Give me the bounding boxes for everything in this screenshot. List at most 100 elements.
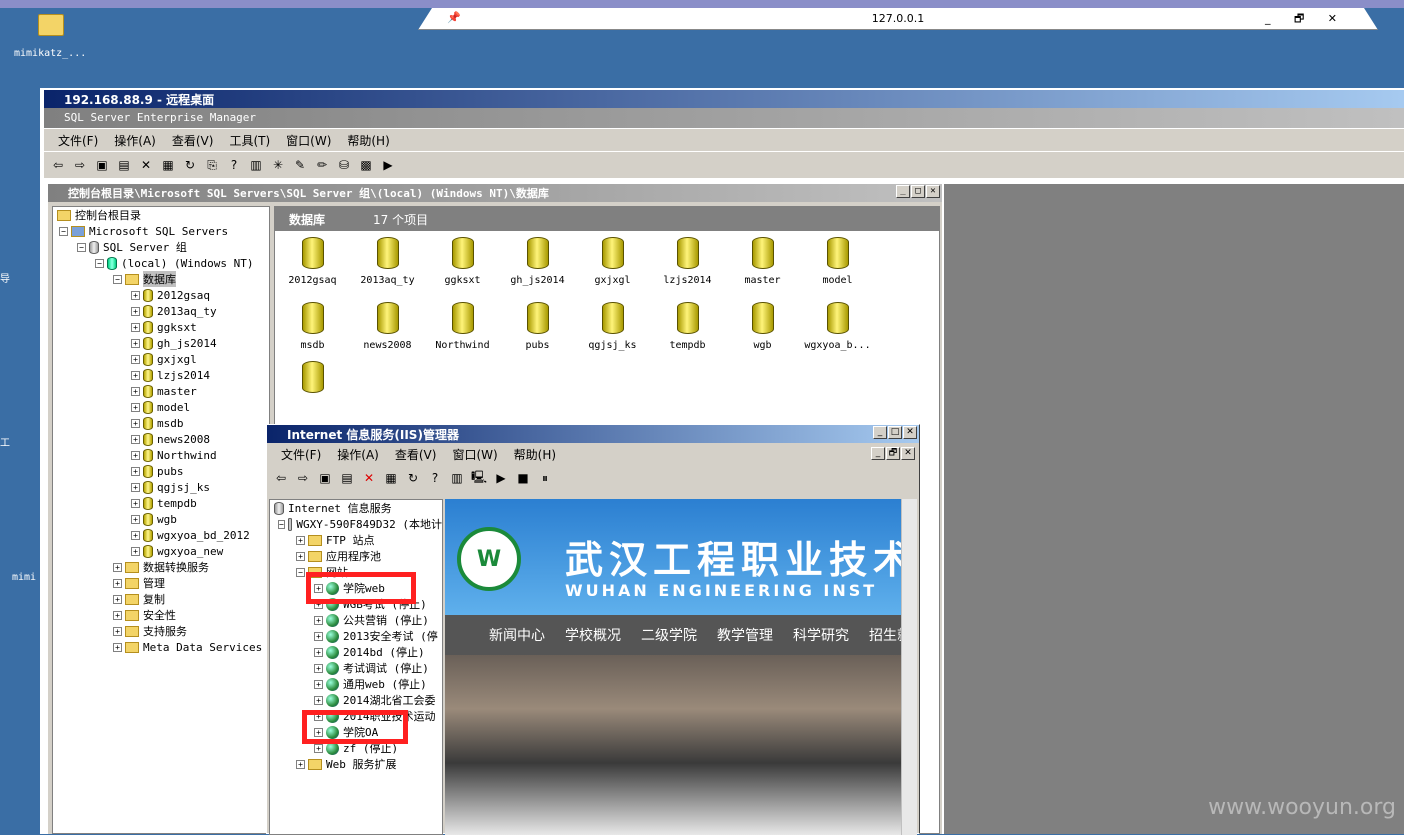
database-item[interactable]: Northwind [425,302,500,351]
menu-window[interactable]: 窗口(W) [444,446,505,463]
menu-window[interactable]: 窗口(W) [278,132,339,149]
tree-database[interactable]: + wgxyoa_new [53,543,269,559]
close-button[interactable]: ✕ [901,447,915,460]
tree-database[interactable]: + master [53,383,269,399]
minus-icon[interactable]: − [113,274,122,284]
database-item[interactable]: 2012gsaq [275,237,350,286]
tree-group[interactable]: − SQL Server 组 [53,239,269,255]
plus-icon[interactable]: + [131,434,140,444]
plus-icon[interactable]: + [296,551,305,561]
menu-file[interactable]: 文件(F) [50,132,106,149]
tree-root[interactable]: 控制台根目录 [53,207,269,223]
minimize-button[interactable]: _ [871,447,885,460]
database-item[interactable]: tempdb [650,302,725,351]
maximize-button[interactable]: □ [911,185,925,198]
refresh-icon[interactable]: ↻ [403,468,423,488]
nav-news[interactable]: 新闻中心 [489,625,545,645]
plus-icon[interactable]: + [314,647,323,657]
database-item[interactable]: qgjsj_ks [575,302,650,351]
menu-help[interactable]: 帮助(H) [339,132,397,149]
plus-icon[interactable]: + [296,759,305,769]
plus-icon[interactable]: + [314,743,323,753]
close-button[interactable]: ✕ [903,426,917,439]
nav-admissions[interactable]: 招生就 [869,625,901,645]
console-icon[interactable]: ▥ [447,468,467,488]
pause-icon[interactable]: ⏸ [535,468,555,488]
minus-icon[interactable]: − [278,519,285,529]
tree-database[interactable]: + gxjxgl [53,351,269,367]
folder-icon[interactable] [38,14,64,36]
stop-icon[interactable]: ■ [513,468,533,488]
plus-icon[interactable]: + [131,498,140,508]
minimize-button[interactable]: _ [873,426,887,439]
up-folder-icon[interactable]: ▣ [315,468,335,488]
tree-folder[interactable]: + 复制 [53,591,269,607]
plus-icon[interactable]: + [131,306,140,316]
delete-icon[interactable]: ✕ [136,155,156,175]
plus-icon[interactable]: + [131,338,140,348]
show-tree-icon[interactable]: ▤ [337,468,357,488]
tree-root[interactable]: Internet 信息服务 [270,500,442,516]
plus-icon[interactable]: + [131,466,140,476]
plus-icon[interactable]: + [314,631,323,641]
database-item[interactable]: wgb [725,302,800,351]
tree-servers[interactable]: − Microsoft SQL Servers [53,223,269,239]
tree-database[interactable]: + lzjs2014 [53,367,269,383]
tree-database[interactable]: + tempdb [53,495,269,511]
tree-database[interactable]: +2013aq_ty [53,303,269,319]
forward-icon[interactable]: ⇨ [293,468,313,488]
plus-icon[interactable]: + [113,626,122,636]
menu-help[interactable]: 帮助(H) [506,446,564,463]
delete-icon[interactable]: ✕ [359,468,379,488]
forward-icon[interactable]: ⇨ [70,155,90,175]
up-folder-icon[interactable]: ▣ [92,155,112,175]
plus-icon[interactable]: + [113,562,122,572]
plus-icon[interactable]: + [131,418,140,428]
plus-icon[interactable]: + [131,402,140,412]
database-item[interactable]: news2008 [350,302,425,351]
tree-website[interactable]: + 公共营销 (停止) [270,612,442,628]
tree-website[interactable]: +2014bd (停止) [270,644,442,660]
nav-overview[interactable]: 学校概况 [565,625,621,645]
database-item[interactable]: wgxyoa_b... [800,302,875,351]
minus-icon[interactable]: − [77,242,86,252]
tree-database[interactable]: + msdb [53,415,269,431]
new-icon[interactable]: ✳ [268,155,288,175]
help-icon[interactable]: ? [224,155,244,175]
database-item[interactable]: model [800,237,875,286]
desktop-icon-label[interactable]: mimikatz_... [14,48,86,59]
refresh-icon[interactable]: ↻ [180,155,200,175]
server-icon[interactable]: ▩ [356,155,376,175]
edit-icon[interactable]: ✏ [312,155,332,175]
back-icon[interactable]: ⇦ [48,155,68,175]
tree-database[interactable]: +2012gsaq [53,287,269,303]
plus-icon[interactable]: + [131,370,140,380]
plus-icon[interactable]: + [131,530,140,540]
run-icon[interactable]: ▶ [378,155,398,175]
plus-icon[interactable]: + [131,514,140,524]
export-icon[interactable]: ⎘ [202,155,222,175]
tree-web-ext[interactable]: + Web 服务扩展 [270,756,442,772]
properties-icon[interactable]: ▦ [381,468,401,488]
plus-icon[interactable]: + [131,290,140,300]
database-item[interactable]: pubs [500,302,575,351]
plus-icon[interactable]: + [314,663,323,673]
tree-database[interactable]: + model [53,399,269,415]
properties-icon[interactable]: ▦ [158,155,178,175]
tree-apppool[interactable]: + 应用程序池 [270,548,442,564]
nav-research[interactable]: 科学研究 [793,625,849,645]
minus-icon[interactable]: − [296,567,305,577]
database-item[interactable] [275,361,350,399]
rdp-bar-controls[interactable]: _ 🗗 ✕ [1265,10,1347,29]
maximize-button[interactable]: □ [888,426,902,439]
plus-icon[interactable]: + [314,695,323,705]
menu-action[interactable]: 操作(A) [329,446,387,463]
back-icon[interactable]: ⇦ [271,468,291,488]
tree-database[interactable]: + ggksxt [53,319,269,335]
database-item[interactable]: lzjs2014 [650,237,725,286]
plus-icon[interactable]: + [131,354,140,364]
plus-icon[interactable]: + [314,615,323,625]
tree-database[interactable]: + pubs [53,463,269,479]
menu-tools[interactable]: 工具(T) [221,132,278,149]
database-icon[interactable]: ⛁ [334,155,354,175]
